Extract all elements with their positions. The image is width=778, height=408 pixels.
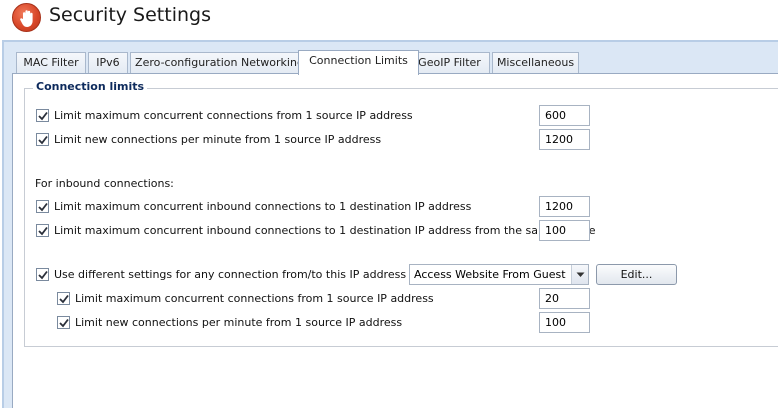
hand-stop-icon xyxy=(12,3,41,32)
connection-limits-group: Connection limits xyxy=(24,80,778,347)
tab-mac-filter[interactable]: MAC Filter xyxy=(16,52,86,74)
inbound-dest-checkbox[interactable] xyxy=(36,199,49,213)
group-legend: Connection limits xyxy=(33,80,148,93)
tab-ipv6[interactable]: IPv6 xyxy=(88,52,128,74)
group-new-per-minute-row: Limit new connections per minute from 1 … xyxy=(57,313,402,331)
group-max-concurrent-row: Limit maximum concurrent connections fro… xyxy=(57,289,434,307)
new-per-minute-checkbox[interactable] xyxy=(36,132,49,146)
chevron-down-icon[interactable] xyxy=(571,265,588,284)
tab-geoip-filter[interactable]: GeoIP Filter xyxy=(409,52,490,74)
header: Security Settings xyxy=(0,0,778,40)
inbound-same-source-input[interactable] xyxy=(539,220,590,241)
max-concurrent-checkbox[interactable] xyxy=(36,108,49,122)
group-max-concurrent-input[interactable] xyxy=(539,288,590,309)
inbound-same-source-label: Limit maximum concurrent inbound connect… xyxy=(54,223,596,237)
edit-button[interactable]: Edit... xyxy=(596,264,677,285)
new-per-minute-row: Limit new connections per minute from 1 … xyxy=(36,130,381,148)
inbound-dest-row: Limit maximum concurrent inbound connect… xyxy=(36,197,471,215)
group-new-per-minute-checkbox[interactable] xyxy=(57,315,70,329)
inbound-same-source-checkbox[interactable] xyxy=(36,223,49,237)
tab-connection-limits[interactable]: Connection Limits xyxy=(298,50,419,75)
inbound-heading: For inbound connections: xyxy=(35,177,174,190)
inbound-dest-input[interactable] xyxy=(539,196,590,217)
group-new-per-minute-input[interactable] xyxy=(539,312,590,333)
ip-group-selected-value: Access Website From Guest Interface xyxy=(414,268,570,281)
group-max-concurrent-checkbox[interactable] xyxy=(57,291,70,305)
inbound-same-source-row: Limit maximum concurrent inbound connect… xyxy=(36,221,596,239)
tab-zero-configuration-networking[interactable]: Zero-configuration Networking xyxy=(130,52,309,74)
group-new-per-minute-label: Limit new connections per minute from 1 … xyxy=(75,315,403,329)
group-settings-checkbox[interactable] xyxy=(36,267,49,281)
tab-miscellaneous[interactable]: Miscellaneous xyxy=(492,52,579,74)
group-max-concurrent-label: Limit maximum concurrent connections fro… xyxy=(75,291,434,305)
new-per-minute-label: Limit new connections per minute from 1 … xyxy=(54,132,382,146)
page-title: Security Settings xyxy=(49,4,211,26)
group-settings-row: Use different settings for any connectio… xyxy=(36,265,445,283)
group-settings-label: Use different settings for any connectio… xyxy=(54,267,446,281)
inbound-dest-label: Limit maximum concurrent inbound connect… xyxy=(54,199,472,213)
max-concurrent-row: Limit maximum concurrent connections fro… xyxy=(36,106,413,124)
max-concurrent-label: Limit maximum concurrent connections fro… xyxy=(54,108,413,122)
ip-group-select[interactable]: Access Website From Guest Interface xyxy=(409,264,589,285)
max-concurrent-input[interactable] xyxy=(539,105,590,126)
new-per-minute-input[interactable] xyxy=(539,129,590,150)
